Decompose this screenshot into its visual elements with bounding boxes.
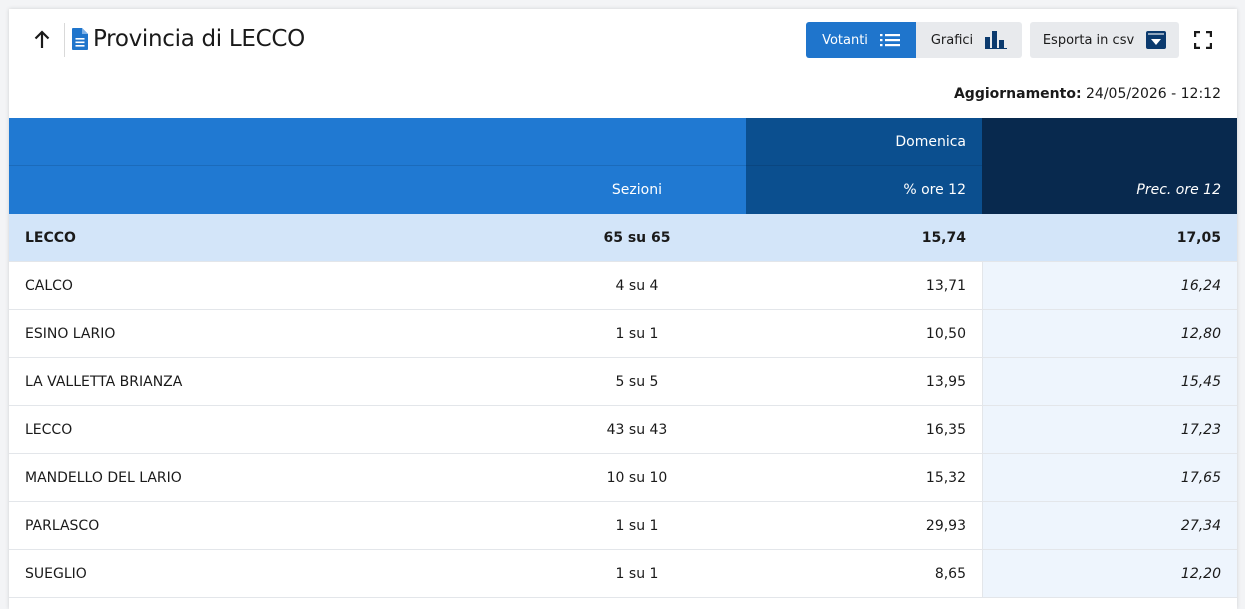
row-name: PARLASCO bbox=[25, 517, 100, 534]
row-name: LECCO bbox=[25, 421, 73, 438]
download-icon bbox=[1146, 31, 1167, 49]
header-group-domenica: Domenica bbox=[746, 118, 982, 166]
table-row: LA VALLETTA BRIANZA 5 su 5 13,95 15,45 bbox=[9, 358, 1237, 406]
header-prec: Prec. ore 12 bbox=[982, 166, 1237, 214]
results-card: Provincia di LECCO Votanti Grafici Espor… bbox=[9, 9, 1237, 609]
row-prec: 12,80 bbox=[982, 310, 1237, 357]
row-prec: 16,24 bbox=[982, 262, 1237, 309]
header-group-empty bbox=[9, 118, 746, 166]
row-prec: 15,45 bbox=[982, 358, 1237, 405]
row-prec: 27,34 bbox=[982, 502, 1237, 549]
row-name: MANDELLO DEL LARIO bbox=[25, 469, 182, 486]
row-name: CALCO bbox=[25, 277, 73, 294]
page-title: Provincia di LECCO bbox=[93, 26, 305, 52]
row-pct: 13,95 bbox=[925, 373, 966, 390]
table-row: MANDELLO DEL LARIO 10 su 10 15,32 17,65 bbox=[9, 454, 1237, 502]
header-sezioni: Sezioni bbox=[9, 166, 746, 214]
row-pct: 13,71 bbox=[925, 277, 966, 294]
grafici-label: Grafici bbox=[930, 32, 974, 48]
table-row: SUEGLIO 1 su 1 8,65 12,20 bbox=[9, 550, 1237, 598]
header-divider bbox=[64, 23, 65, 57]
list-icon bbox=[879, 34, 900, 47]
row-prec: 17,23 bbox=[982, 406, 1237, 453]
document-icon bbox=[72, 28, 88, 50]
row-name: SUEGLIO bbox=[25, 565, 87, 582]
bar-chart-icon bbox=[985, 31, 1008, 49]
update-value: 24/05/2026 - 12:12 bbox=[1086, 86, 1221, 102]
row-name: LA VALLETTA BRIANZA bbox=[25, 373, 183, 390]
update-label: Aggiornamento: bbox=[953, 86, 1082, 102]
arrow-up-icon bbox=[34, 30, 50, 48]
table-row: ESINO LARIO 1 su 1 10,50 12,80 bbox=[9, 310, 1237, 358]
row-pct: 15,32 bbox=[925, 469, 966, 486]
row-pct: 8,65 bbox=[934, 565, 966, 582]
row-pct: 16,35 bbox=[925, 421, 966, 438]
fullscreen-icon[interactable] bbox=[1194, 31, 1212, 49]
row-sezioni: 5 su 5 bbox=[615, 373, 659, 390]
export-csv-button[interactable]: Esporta in csv bbox=[1030, 22, 1179, 58]
row-pct: 10,50 bbox=[925, 325, 966, 342]
row-sezioni: 1 su 1 bbox=[615, 517, 659, 534]
row-name: ESINO LARIO bbox=[25, 325, 116, 342]
row-pct: 15,74 bbox=[921, 229, 966, 246]
row-sezioni: 43 su 43 bbox=[606, 421, 668, 438]
table-header-row: Sezioni % ore 12 Prec. ore 12 bbox=[9, 166, 1237, 214]
row-prec: 17,65 bbox=[982, 454, 1237, 501]
votanti-button[interactable]: Votanti bbox=[806, 22, 916, 58]
back-button[interactable] bbox=[29, 27, 55, 53]
row-sezioni: 4 su 4 bbox=[615, 277, 659, 294]
row-sezioni: 1 su 1 bbox=[615, 325, 659, 342]
card-header: Provincia di LECCO Votanti Grafici Espor… bbox=[9, 9, 1237, 71]
table-row: LECCO 43 su 43 16,35 17,23 bbox=[9, 406, 1237, 454]
header-group-prec-empty bbox=[982, 118, 1237, 166]
table-row: PARLASCO 1 su 1 29,93 27,34 bbox=[9, 502, 1237, 550]
row-sezioni: 10 su 10 bbox=[606, 469, 668, 486]
export-csv-label: Esporta in csv bbox=[1042, 32, 1135, 48]
table-row: CALCO 4 su 4 13,71 16,24 bbox=[9, 262, 1237, 310]
header-pct: % ore 12 bbox=[746, 166, 982, 214]
row-prec: 17,05 bbox=[982, 214, 1237, 261]
table-header-group-row: Domenica bbox=[9, 118, 1237, 166]
row-sezioni: 65 su 65 bbox=[603, 229, 671, 246]
row-sezioni: 1 su 1 bbox=[615, 565, 659, 582]
grafici-button[interactable]: Grafici bbox=[916, 22, 1022, 58]
row-prec: 12,20 bbox=[982, 550, 1237, 597]
row-pct: 29,93 bbox=[925, 517, 966, 534]
votanti-label: Votanti bbox=[822, 32, 868, 48]
row-name: LECCO bbox=[25, 229, 76, 246]
update-timestamp: Aggiornamento: 24/05/2026 - 12:12 bbox=[954, 86, 1221, 102]
total-row: LECCO 65 su 65 15,74 17,05 bbox=[9, 214, 1237, 262]
